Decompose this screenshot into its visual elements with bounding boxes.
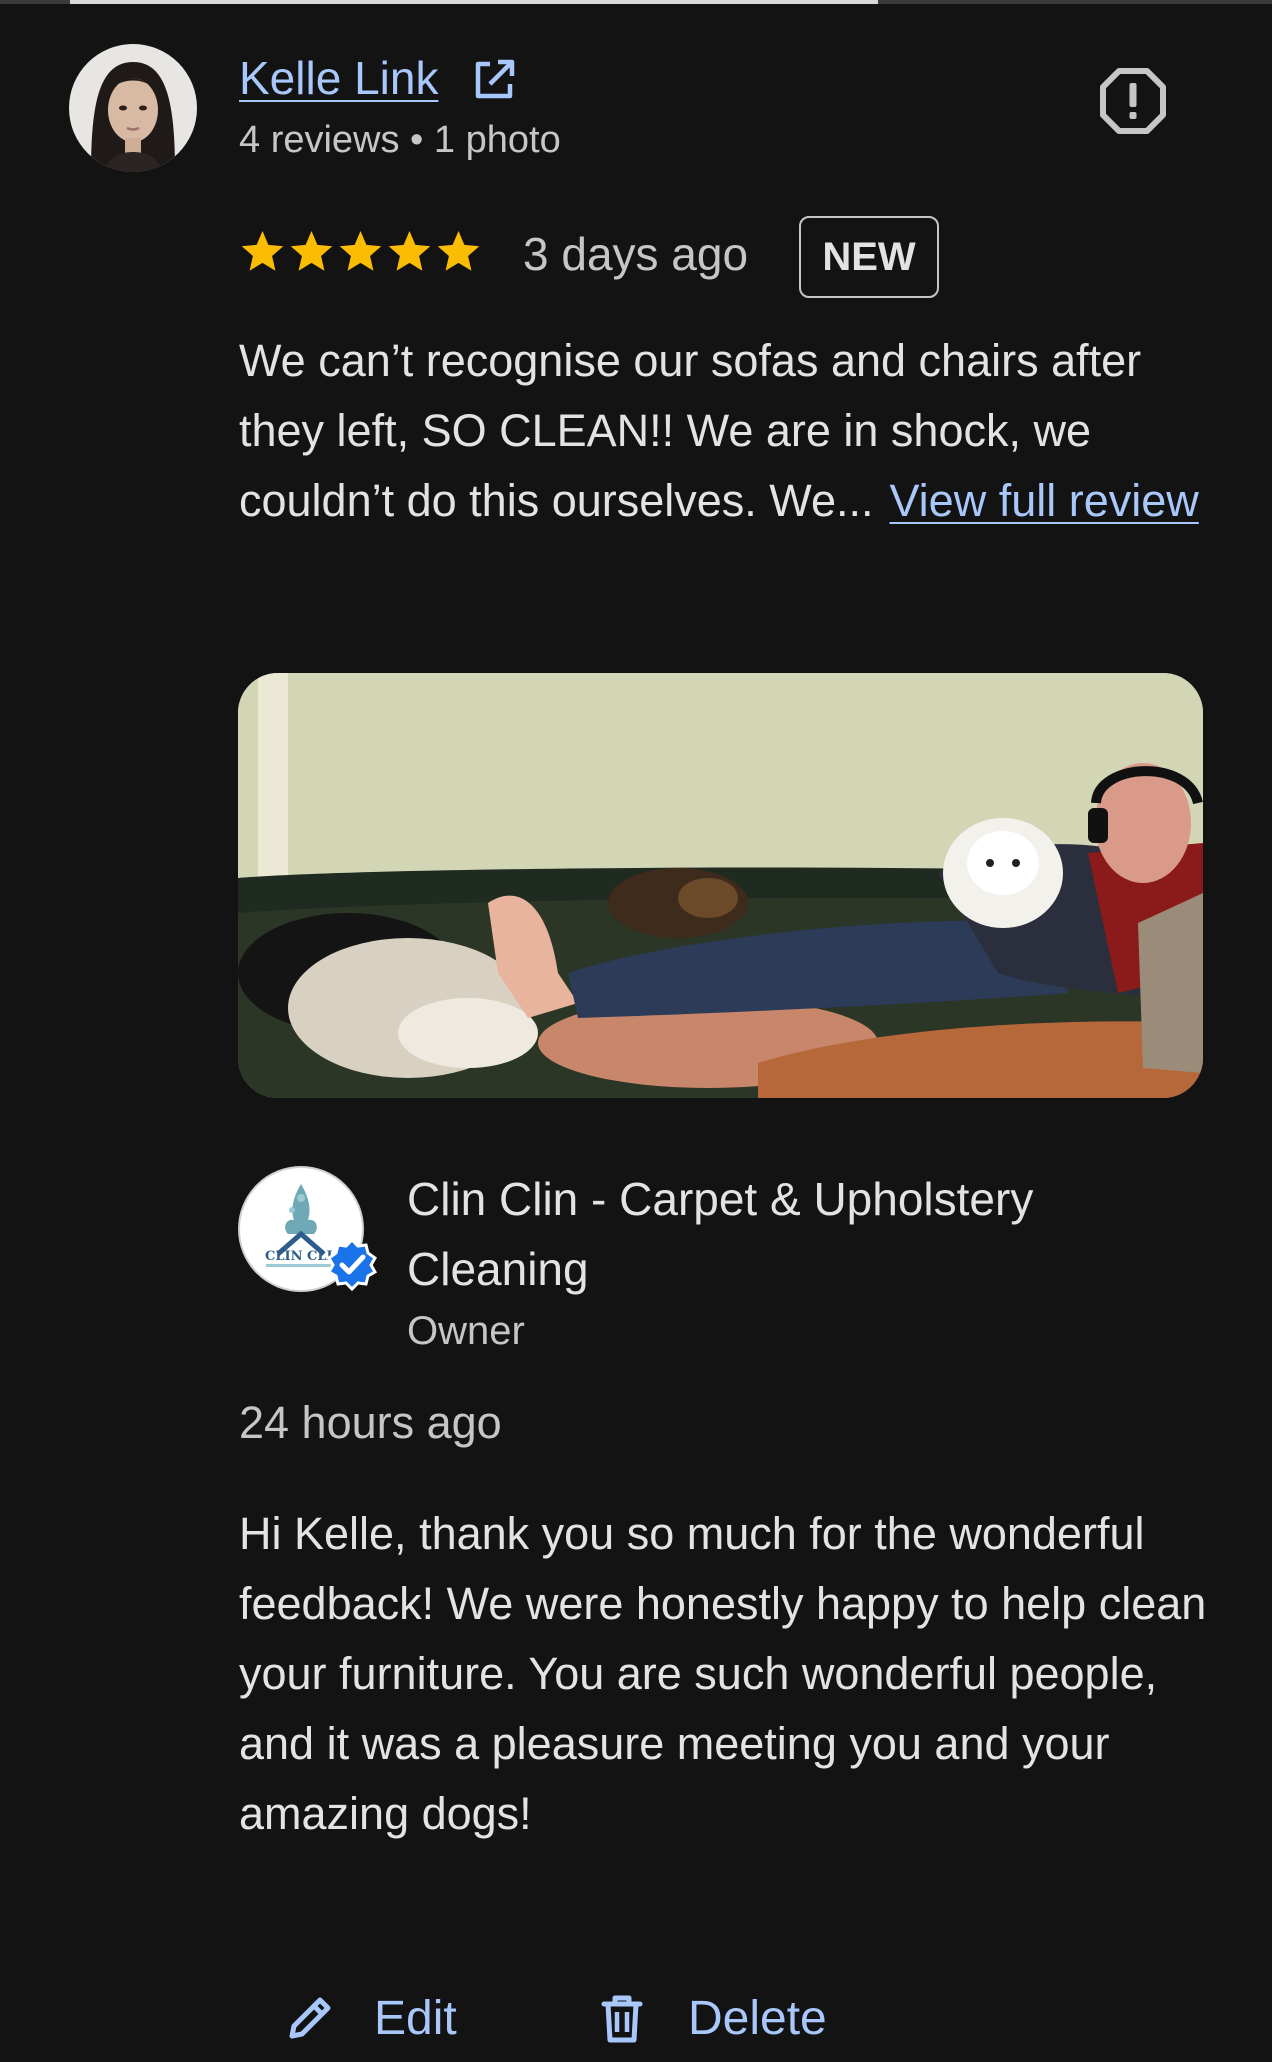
new-badge: NEW — [799, 216, 939, 298]
review-time: 3 days ago — [523, 228, 749, 280]
star-icon — [290, 230, 333, 271]
avatar-image — [69, 44, 197, 172]
reviewer-avatar[interactable] — [69, 44, 197, 172]
verified-icon — [326, 1237, 378, 1291]
review-photo-image — [238, 673, 1203, 1098]
owner-role: Owner — [407, 1309, 525, 1353]
delete-button[interactable]: Delete — [596, 1988, 827, 2048]
delete-label: Delete — [688, 1991, 827, 2045]
reviewer-name-link[interactable]: Kelle Link — [239, 50, 438, 106]
star-icon — [437, 230, 480, 271]
owner-name: Clin Clin - Carpet & Upholstery Cleaning — [407, 1173, 1034, 1295]
reviewer-meta: 4 reviews • 1 photo — [239, 119, 561, 161]
star-rating — [239, 228, 482, 275]
owner-logo-text: CLIN CLI — [265, 1249, 333, 1264]
external-link-icon[interactable] — [470, 56, 518, 104]
response-text: Hi Kelle, thank you so much for the wond… — [239, 1508, 1207, 1839]
star-icon — [241, 230, 284, 271]
pencil-icon — [289, 1997, 331, 2039]
report-icon[interactable] — [1098, 66, 1168, 136]
star-icon — [339, 230, 382, 271]
top-scroll-strip-highlight — [70, 0, 878, 4]
view-full-review-link[interactable]: View full review — [889, 475, 1198, 526]
response-time: 24 hours ago — [239, 1397, 502, 1448]
review-text: We can’t recognise our sofas and chairs … — [239, 326, 1209, 536]
star-icon — [388, 230, 431, 271]
edit-button[interactable]: Edit — [284, 1988, 457, 2048]
review-photo[interactable] — [238, 673, 1203, 1098]
edit-label: Edit — [374, 1991, 457, 2045]
trash-icon — [601, 1995, 643, 2043]
